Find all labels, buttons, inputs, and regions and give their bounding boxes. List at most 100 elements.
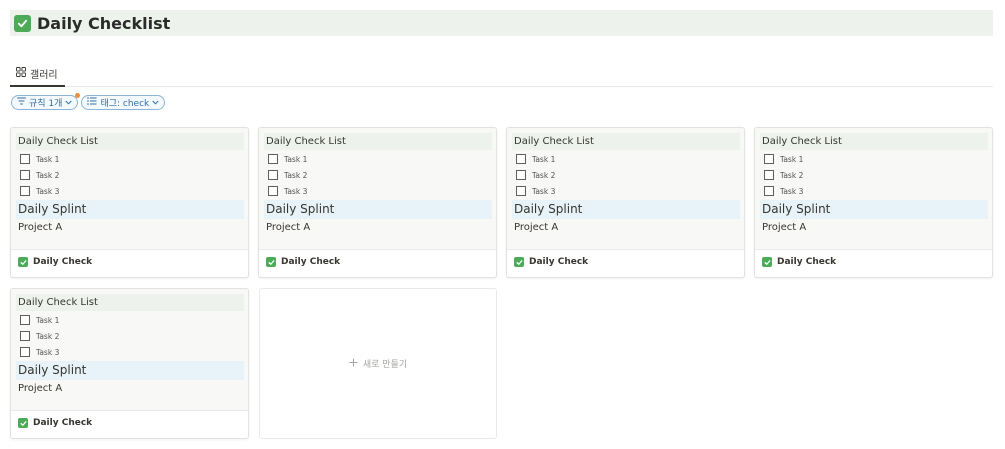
checkbox-icon — [516, 154, 526, 164]
task-item: Task 1 — [764, 153, 803, 165]
view-tabs: 갤러리 — [10, 62, 993, 87]
gallery-card[interactable]: Daily Check List Task 1 Task 2 Task 3 Da… — [754, 127, 993, 278]
checkbox-icon — [764, 154, 774, 164]
card-footer: Daily Check — [266, 257, 340, 267]
task-item: Task 2 — [20, 169, 59, 181]
card-title: Daily Check — [529, 257, 589, 267]
task-label: Task 2 — [36, 170, 60, 180]
task-item: Task 1 — [516, 153, 555, 165]
checkbox-icon — [764, 186, 774, 196]
checkbox-icon — [268, 154, 278, 164]
filter-tag-pill[interactable]: 태그: check — [81, 95, 166, 110]
checkbox-icon — [516, 170, 526, 180]
card-title: Daily Check — [33, 418, 93, 428]
plus-icon — [349, 358, 358, 370]
card-footer: Daily Check — [514, 257, 588, 267]
filter-tag-label: 태그: check — [100, 99, 150, 109]
task-label: Task 3 — [36, 186, 60, 196]
task-item: Task 3 — [20, 346, 59, 358]
task-item: Task 3 — [268, 185, 307, 197]
project-label: Project A — [18, 383, 63, 394]
task-item: Task 1 — [20, 153, 59, 165]
card-footer: Daily Check — [18, 257, 92, 267]
task-label: Task 3 — [284, 186, 308, 196]
gallery-grid-icon — [16, 67, 26, 80]
task-item: Task 2 — [516, 169, 555, 181]
gallery-card[interactable]: Daily Check List Task 1 Task 2 Task 3 Da… — [10, 288, 249, 439]
checkbox-icon — [20, 186, 30, 196]
new-card-label: 새로 만들기 — [362, 360, 408, 370]
checklist-title: Daily Check List — [512, 133, 740, 150]
check-mark-button-icon — [14, 14, 31, 32]
card-preview: Daily Check List Task 1 Task 2 Task 3 Da… — [259, 128, 496, 250]
task-label: Task 1 — [780, 154, 804, 164]
list-icon — [87, 97, 97, 108]
filter-rule-pill[interactable]: 규칙 1개 — [11, 93, 81, 110]
card-title: Daily Check — [281, 257, 341, 267]
checkbox-icon — [20, 347, 30, 357]
check-mark-button-icon — [762, 257, 772, 267]
check-mark-button-icon — [18, 257, 28, 267]
checkbox-icon — [20, 315, 30, 325]
task-label: Task 2 — [780, 170, 804, 180]
checkbox-icon — [764, 170, 774, 180]
task-label: Task 3 — [36, 347, 60, 357]
task-item: Task 3 — [764, 185, 803, 197]
checkbox-icon — [268, 170, 278, 180]
project-label: Project A — [18, 222, 63, 233]
chevron-down-icon — [65, 98, 72, 108]
project-label: Project A — [762, 222, 807, 233]
splint-heading: Daily Splint — [760, 200, 988, 219]
splint-heading: Daily Splint — [16, 361, 244, 380]
page-title: Daily Checklist — [37, 13, 171, 33]
task-label: Task 1 — [532, 154, 556, 164]
checkbox-icon — [20, 170, 30, 180]
gallery-card[interactable]: Daily Check List Task 1 Task 2 Task 3 Da… — [258, 127, 497, 278]
task-item: Task 3 — [20, 185, 59, 197]
checklist-title: Daily Check List — [16, 133, 244, 150]
task-label: Task 3 — [532, 186, 556, 196]
checklist-title: Daily Check List — [264, 133, 492, 150]
chevron-down-icon — [152, 98, 159, 108]
splint-heading: Daily Splint — [16, 200, 244, 219]
card-footer: Daily Check — [18, 418, 92, 428]
task-label: Task 1 — [36, 154, 60, 164]
checkbox-icon — [20, 154, 30, 164]
new-card-button[interactable]: 새로 만들기 — [259, 288, 497, 439]
checkbox-icon — [516, 186, 526, 196]
checklist-title: Daily Check List — [760, 133, 988, 150]
tab-gallery[interactable]: 갤러리 — [10, 62, 65, 87]
card-title: Daily Check — [33, 257, 93, 267]
checklist-title: Daily Check List — [16, 294, 244, 311]
filter-icon — [17, 97, 26, 108]
gallery-card[interactable]: Daily Check List Task 1 Task 2 Task 3 Da… — [10, 127, 249, 278]
gallery-card[interactable]: Daily Check List Task 1 Task 2 Task 3 Da… — [506, 127, 745, 278]
page-title-bar: Daily Checklist — [10, 10, 993, 36]
unsaved-dot — [75, 93, 81, 98]
task-label: Task 2 — [284, 170, 308, 180]
card-preview: Daily Check List Task 1 Task 2 Task 3 Da… — [11, 128, 248, 250]
task-item: Task 1 — [20, 314, 59, 326]
task-item: Task 2 — [764, 169, 803, 181]
task-label: Task 3 — [780, 186, 804, 196]
card-preview: Daily Check List Task 1 Task 2 Task 3 Da… — [755, 128, 992, 250]
check-mark-button-icon — [266, 257, 276, 267]
tab-gallery-label: 갤러리 — [30, 70, 58, 81]
check-mark-button-icon — [18, 418, 28, 428]
card-preview: Daily Check List Task 1 Task 2 Task 3 Da… — [11, 289, 248, 411]
task-item: Task 3 — [516, 185, 555, 197]
checkbox-icon — [268, 186, 278, 196]
task-label: Task 1 — [36, 315, 60, 325]
task-item: Task 1 — [268, 153, 307, 165]
task-item: Task 2 — [20, 330, 59, 342]
task-item: Task 2 — [268, 169, 307, 181]
splint-heading: Daily Splint — [264, 200, 492, 219]
check-mark-button-icon — [514, 257, 524, 267]
project-label: Project A — [514, 222, 559, 233]
filter-rule-label: 규칙 1개 — [29, 99, 63, 109]
task-label: Task 2 — [36, 331, 60, 341]
splint-heading: Daily Splint — [512, 200, 740, 219]
task-label: Task 1 — [284, 154, 308, 164]
card-footer: Daily Check — [762, 257, 836, 267]
project-label: Project A — [266, 222, 311, 233]
